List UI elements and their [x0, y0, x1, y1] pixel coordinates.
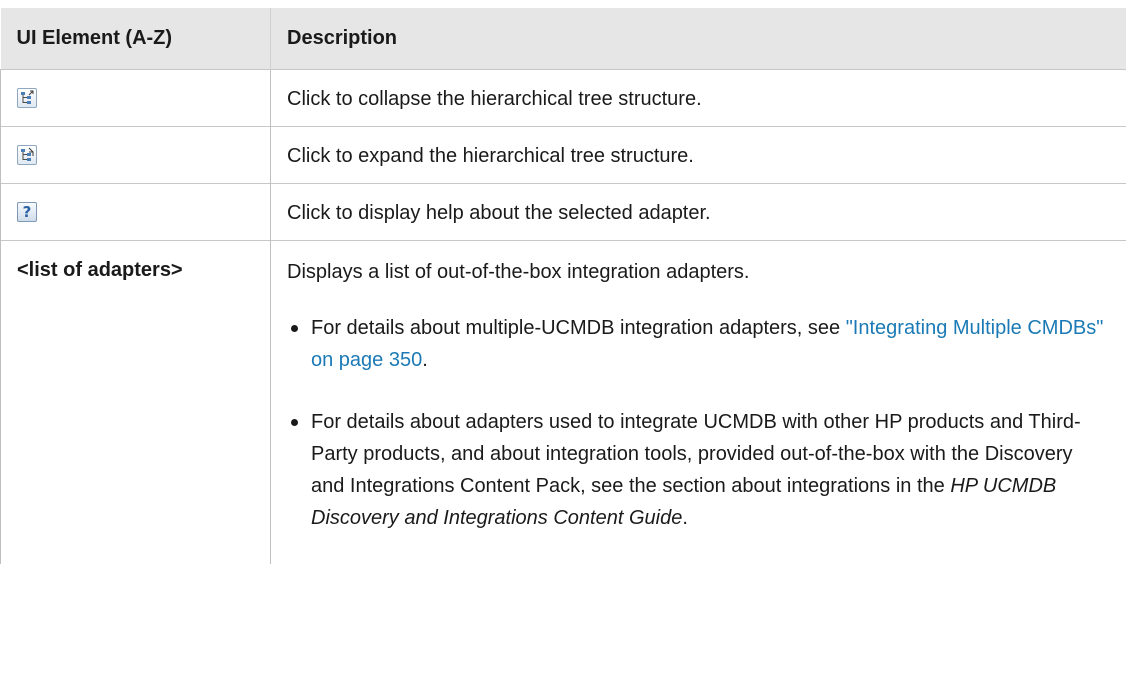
ui-elements-table: UI Element (A-Z) Description Click to co… [0, 8, 1126, 564]
header-description: Description [270, 8, 1126, 70]
adapters-bullet-list: For details about multiple-UCMDB integra… [287, 312, 1111, 534]
description-cell: Click to expand the hierarchical tree st… [270, 126, 1126, 184]
table-row: <list of adapters> Displays a list of ou… [0, 240, 1126, 564]
bullet-text-end: . [422, 349, 428, 371]
table-row: Click to expand the hierarchical tree st… [0, 126, 1126, 184]
table-header-row: UI Element (A-Z) Description [0, 8, 1126, 70]
description-cell: Click to collapse the hierarchical tree … [270, 69, 1126, 127]
bullet-dot [291, 325, 298, 332]
bullet-dot [291, 419, 298, 426]
list-item: For details about multiple-UCMDB integra… [287, 312, 1111, 376]
help-icon[interactable]: ? [17, 202, 37, 223]
table-row: ? Click to display help about the select… [0, 183, 1126, 241]
element-cell [0, 69, 271, 127]
collapse-tree-icon[interactable] [17, 88, 37, 109]
header-ui-element: UI Element (A-Z) [0, 8, 271, 70]
adapters-description: Displays a list of out-of-the-box integr… [287, 261, 750, 283]
description-cell: Click to display help about the selected… [270, 183, 1126, 241]
bullet-text-end: . [682, 507, 688, 529]
element-cell: ? [0, 183, 271, 241]
bullet-text: For details about multiple-UCMDB integra… [311, 317, 846, 339]
element-cell: <list of adapters> [0, 240, 271, 564]
table-row: Click to collapse the hierarchical tree … [0, 69, 1126, 127]
expand-tree-icon[interactable] [17, 145, 37, 166]
description-cell: Displays a list of out-of-the-box integr… [270, 240, 1126, 564]
list-item: For details about adapters used to integ… [287, 406, 1111, 534]
element-name-list-of-adapters: <list of adapters> [17, 259, 183, 281]
element-cell [0, 126, 271, 184]
